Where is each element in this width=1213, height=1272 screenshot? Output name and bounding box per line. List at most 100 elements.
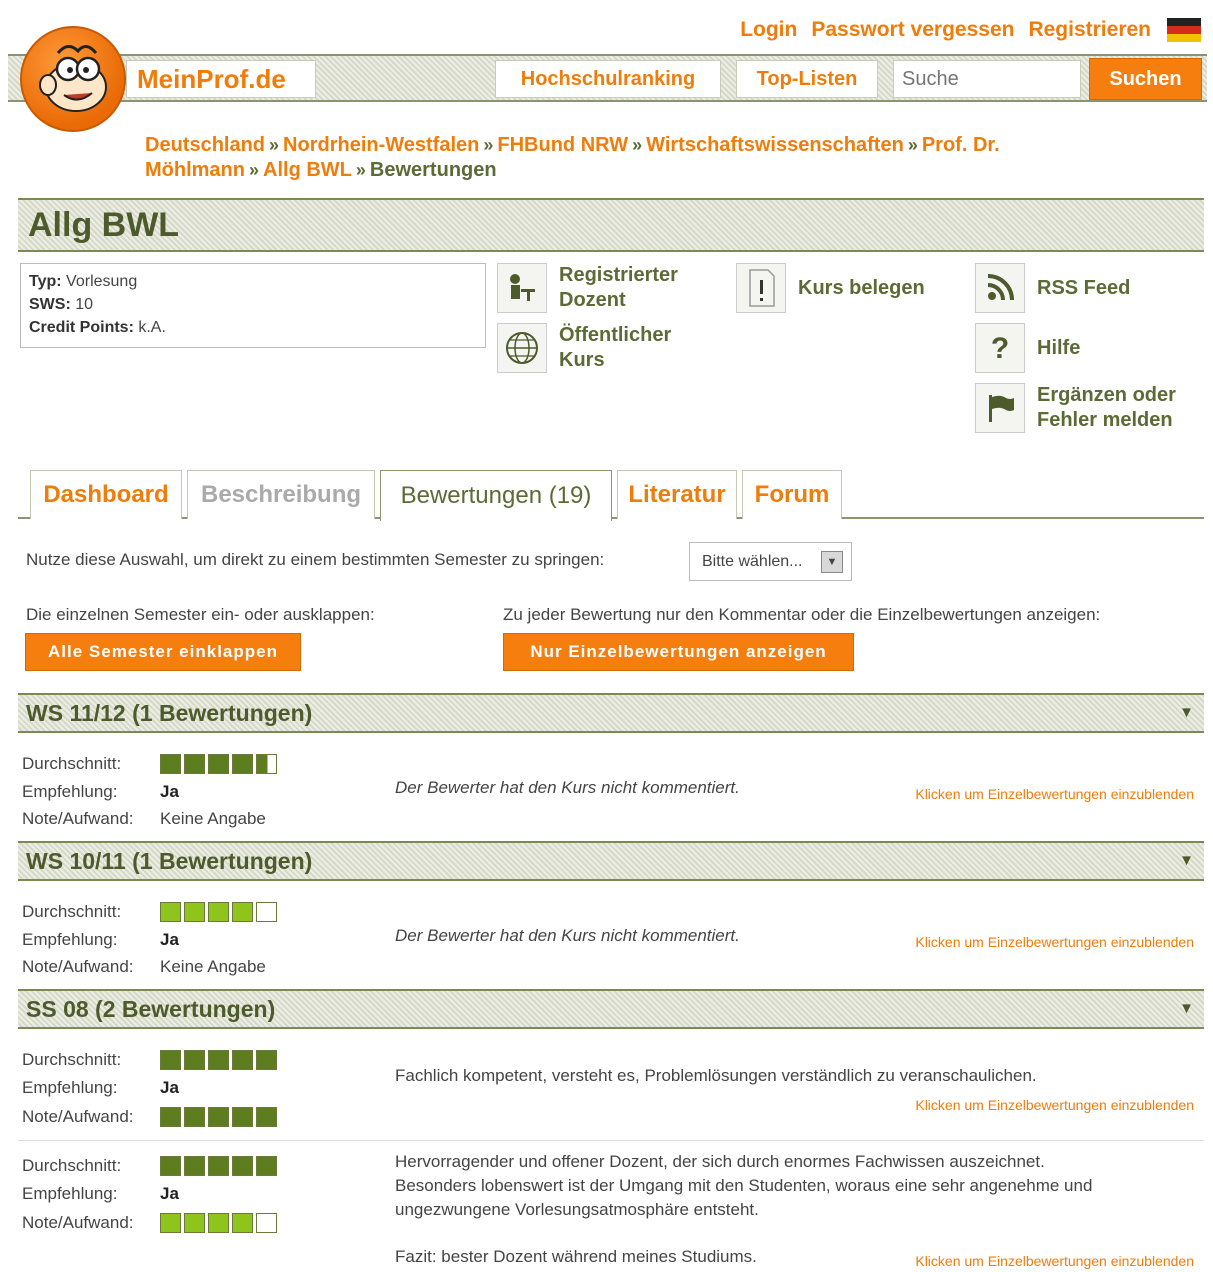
show-details-link[interactable]: Klicken um Einzelbewertungen einzublende… [915, 934, 1194, 950]
rating-square [256, 1213, 277, 1233]
comment-line: Besonders lobenswert ist der Umgang mit … [395, 1176, 1093, 1195]
brand-name[interactable]: MeinProf.de [126, 60, 316, 98]
question-icon: ? [975, 323, 1025, 373]
recommendation-value: Ja [160, 1078, 179, 1097]
page-title-bar: Allg BWL [18, 198, 1204, 252]
grade-value: Keine Angabe [160, 809, 266, 828]
avg-label: Durchschnitt: [22, 1156, 122, 1175]
avg-rating-stars [160, 1050, 277, 1070]
semester-header-ws1112[interactable]: WS 11/12 (1 Bewertungen) ▼ [18, 693, 1204, 733]
review-comment: Der Bewerter hat den Kurs nicht kommenti… [395, 926, 740, 945]
rss-icon [975, 263, 1025, 313]
credit-points-label: Credit Points: [29, 319, 134, 336]
semester-select-value: Bitte wählen... [702, 552, 803, 570]
rating-square [232, 1107, 253, 1127]
breadcrumb-faculty[interactable]: Wirtschaftswissenschaften [646, 134, 904, 156]
breadcrumb-separator: » [907, 135, 918, 155]
page-title: Allg BWL [28, 205, 180, 244]
semester-title: WS 11/12 (1 Bewertungen) [26, 699, 313, 726]
grade-label: Note/Aufwand: [22, 1213, 134, 1232]
public-course-label: Öffentlicher Kurs [559, 324, 672, 371]
breadcrumb-course[interactable]: Allg BWL [263, 159, 352, 181]
breadcrumb: Deutschland» Nordrhein-Westfalen» FHBund N… [145, 133, 1145, 183]
top-links: Login Passwort vergessen Registrieren [740, 16, 1201, 44]
toggle-view-button[interactable]: Nur Einzelbewertungen anzeigen [503, 633, 854, 671]
recommendation-label: Empfehlung: [22, 1184, 118, 1203]
forgot-password-link[interactable]: Passwort vergessen [811, 18, 1014, 42]
enroll-course-label: Kurs belegen [798, 276, 925, 299]
help[interactable]: ? Hilfe [975, 323, 1080, 373]
alert-document-icon [736, 263, 786, 313]
rss-feed-label: RSS Feed [1037, 276, 1131, 299]
show-details-link[interactable]: Klicken um Einzelbewertungen einzublende… [915, 1253, 1194, 1269]
rating-square [256, 754, 277, 774]
avg-label: Durchschnitt: [22, 1050, 122, 1069]
credit-points-value: k.A. [138, 319, 166, 336]
recommendation-label: Empfehlung: [22, 930, 118, 949]
recommendation-value: Ja [160, 930, 179, 949]
avg-rating-stars [160, 902, 277, 922]
rating-square [256, 902, 277, 922]
breadcrumb-separator: » [355, 160, 366, 180]
tab-forum[interactable]: Forum [742, 470, 842, 519]
chevron-down-icon: ▼ [821, 551, 843, 573]
review-divider [18, 1140, 1204, 1141]
breadcrumb-separator: » [249, 160, 260, 180]
collapse-triangle-icon: ▼ [1179, 1000, 1194, 1017]
semester-header-ws1011[interactable]: WS 10/11 (1 Bewertungen) ▼ [18, 841, 1204, 881]
rating-square [184, 1156, 205, 1176]
rating-square [232, 902, 253, 922]
grade-rating-stars [160, 1213, 277, 1233]
semester-jump-label: Nutze diese Auswahl, um direkt zu einem … [26, 550, 605, 569]
sws-value: 10 [75, 296, 94, 313]
comment-line: Hervorragender und offener Dozent, der s… [395, 1152, 1045, 1171]
semester-select[interactable]: Bitte wählen... ▼ [689, 542, 852, 581]
rating-square [160, 1050, 181, 1070]
mascot-face-icon [39, 45, 107, 112]
grade-value: Keine Angabe [160, 957, 266, 976]
logo-mascot-icon[interactable] [20, 26, 126, 132]
rating-square [256, 1156, 277, 1176]
show-details-link[interactable]: Klicken um Einzelbewertungen einzublende… [915, 786, 1194, 802]
tab-beschreibung[interactable]: Beschreibung [187, 470, 375, 519]
breadcrumb-country[interactable]: Deutschland [145, 134, 265, 156]
collapse-all-button[interactable]: Alle Semester einklappen [25, 633, 301, 671]
breadcrumb-separator: » [632, 135, 643, 155]
recommendation-label: Empfehlung: [22, 1078, 118, 1097]
nav-top-listen[interactable]: Top-Listen [736, 60, 878, 98]
flag-icon [975, 383, 1025, 433]
register-link[interactable]: Registrieren [1028, 18, 1151, 42]
rating-square [160, 754, 181, 774]
rating-square [184, 902, 205, 922]
nav-hochschulranking[interactable]: Hochschulranking [495, 60, 721, 98]
rating-square [256, 1107, 277, 1127]
breadcrumb-separator: » [483, 135, 494, 155]
rating-square [232, 1156, 253, 1176]
rating-square [208, 1050, 229, 1070]
rating-square [232, 1050, 253, 1070]
course-info-box: Typ: Vorlesung SWS: 10 Credit Points: k.… [20, 263, 486, 348]
rating-square [184, 1213, 205, 1233]
tab-bar: Dashboard Beschreibung Bewertungen (19) … [18, 470, 1204, 521]
rss-feed[interactable]: RSS Feed [975, 263, 1130, 313]
enroll-course[interactable]: Kurs belegen [736, 263, 925, 313]
grade-rating-stars [160, 1107, 277, 1127]
german-flag-icon[interactable] [1167, 18, 1201, 42]
collapse-triangle-icon: ▼ [1179, 704, 1194, 721]
tab-literatur[interactable]: Literatur [617, 470, 737, 519]
search-input[interactable] [893, 60, 1081, 98]
collapse-label: Die einzelnen Semester ein- oder ausklap… [26, 605, 375, 624]
breadcrumb-university[interactable]: FHBund NRW [497, 134, 628, 156]
show-details-link[interactable]: Klicken um Einzelbewertungen einzublende… [915, 1097, 1194, 1113]
typ-value: Vorlesung [66, 273, 138, 290]
tab-dashboard[interactable]: Dashboard [30, 470, 182, 519]
tab-bewertungen[interactable]: Bewertungen (19) [380, 470, 612, 521]
report-error-label: Ergänzen oder Fehler melden [1037, 384, 1176, 431]
rating-square [208, 754, 229, 774]
login-link[interactable]: Login [740, 18, 797, 42]
semester-header-ss08[interactable]: SS 08 (2 Bewertungen) ▼ [18, 989, 1204, 1029]
rating-square [184, 1050, 205, 1070]
breadcrumb-state[interactable]: Nordrhein-Westfalen [283, 134, 479, 156]
report-error[interactable]: Ergänzen oder Fehler melden [975, 383, 1205, 433]
search-button[interactable]: Suchen [1089, 58, 1202, 100]
